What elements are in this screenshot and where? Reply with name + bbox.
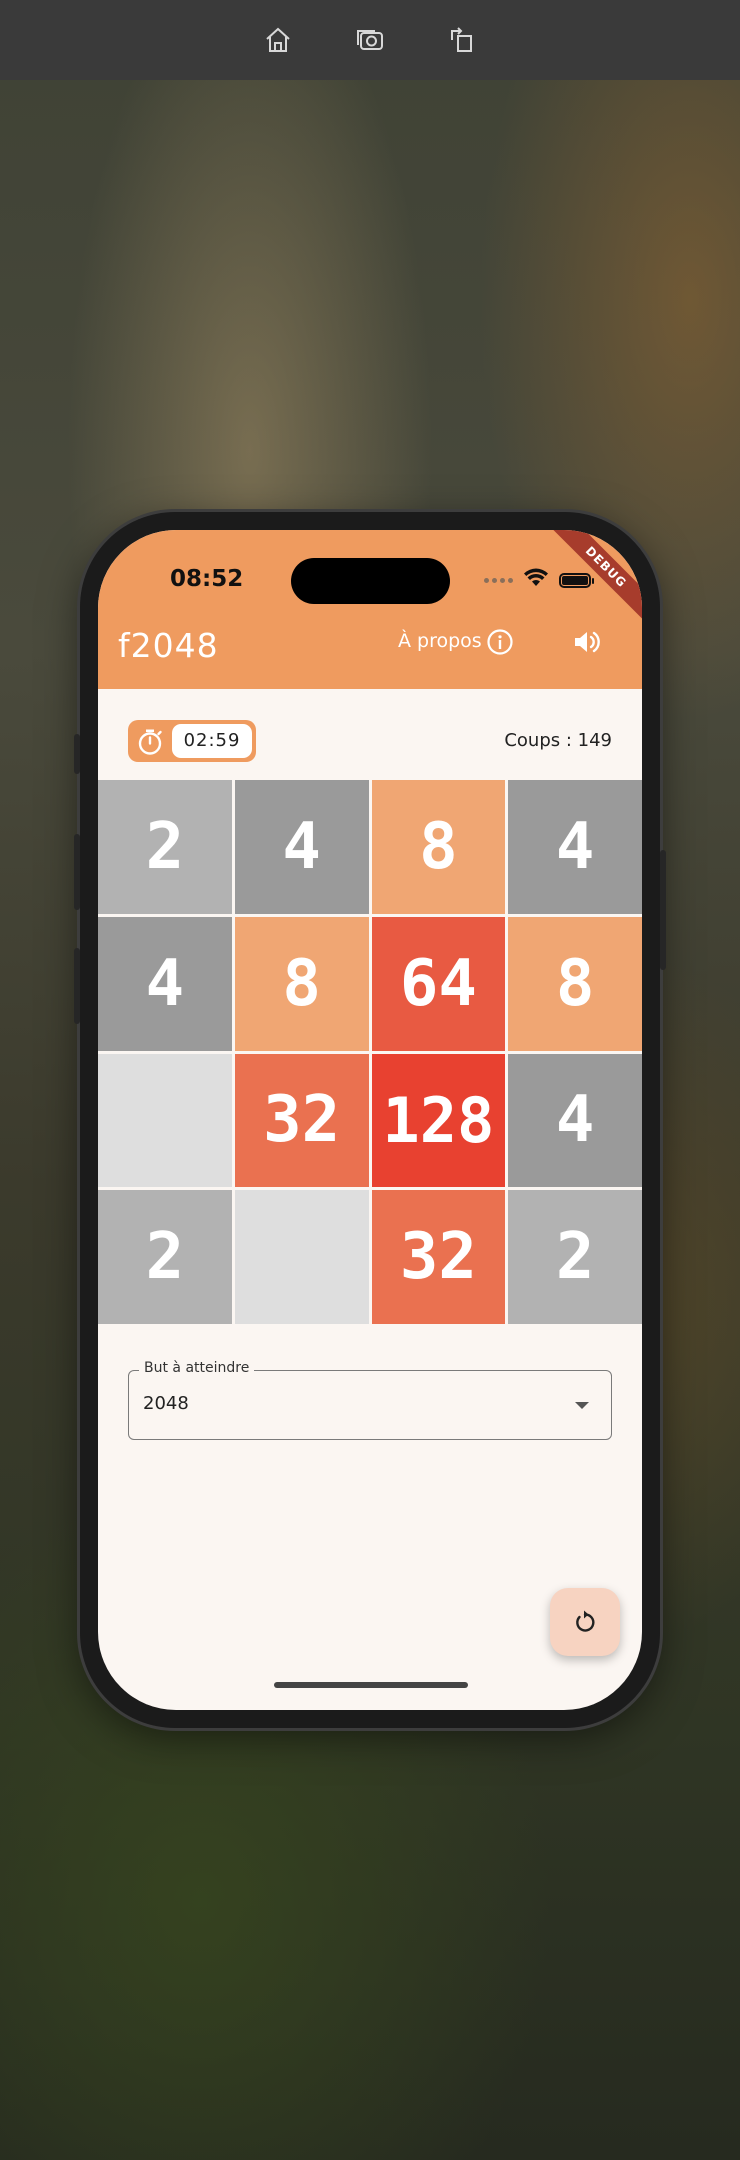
volume-icon[interactable] <box>572 628 602 656</box>
tile: 8 <box>371 780 506 914</box>
screenshot-icon[interactable] <box>354 24 386 56</box>
dropdown-arrow-icon <box>575 1402 589 1409</box>
home-indicator <box>274 1682 468 1688</box>
empty-tile <box>98 1053 232 1188</box>
timer: 02:59 <box>128 720 256 762</box>
tile: 4 <box>508 780 642 914</box>
app-screen: 08:52 DEBUG f2048 À propos 02:59 Coups:… <box>98 530 642 1710</box>
dynamic-island <box>291 558 450 604</box>
status-time: 08:52 <box>170 566 244 592</box>
moves-counter: Coups : 149 <box>504 730 612 751</box>
empty-tile <box>234 1190 369 1324</box>
tile: 2 <box>98 780 232 914</box>
tile: 8 <box>234 916 369 1051</box>
battery-icon <box>559 572 594 588</box>
app-bar: 08:52 DEBUG f2048 À propos <box>98 530 642 689</box>
simulator-toolbar <box>0 0 740 80</box>
goal-select-label: But à atteindre <box>139 1360 255 1376</box>
power-button <box>660 850 666 970</box>
status-icons <box>484 568 594 592</box>
game-board[interactable]: 2 4 8 4 4 8 64 8 32 128 4 2 32 2 <box>98 780 642 1324</box>
home-icon[interactable] <box>262 24 294 56</box>
volume-up-button <box>74 834 80 910</box>
stopwatch-icon <box>138 729 162 755</box>
about-button[interactable]: À propos <box>398 630 482 652</box>
tile: 4 <box>508 1053 642 1188</box>
tile: 64 <box>371 916 506 1051</box>
volume-down-button <box>74 948 80 1024</box>
mute-switch <box>74 734 80 774</box>
goal-select[interactable]: But à atteindre 2048 <box>128 1360 612 1440</box>
tile: 2 <box>98 1190 232 1324</box>
tile: 2 <box>508 1190 642 1324</box>
restart-button[interactable] <box>550 1588 620 1656</box>
app-title: f2048 <box>118 626 219 665</box>
tile: 4 <box>234 780 369 914</box>
restart-icon <box>576 1610 595 1632</box>
goal-select-value: 2048 <box>143 1393 189 1414</box>
tile: 8 <box>508 916 642 1051</box>
rotate-icon[interactable] <box>446 24 478 56</box>
tile: 32 <box>234 1053 369 1188</box>
signal-dots-icon <box>484 577 513 583</box>
tile: 4 <box>98 916 232 1051</box>
tile: 32 <box>371 1190 506 1324</box>
wifi-icon <box>523 568 549 592</box>
info-icon[interactable] <box>486 628 514 656</box>
phone-frame: 08:52 DEBUG f2048 À propos 02:59 Coups:… <box>74 512 666 1728</box>
tile: 128 <box>371 1053 506 1188</box>
timer-value: 02:59 <box>172 724 252 758</box>
